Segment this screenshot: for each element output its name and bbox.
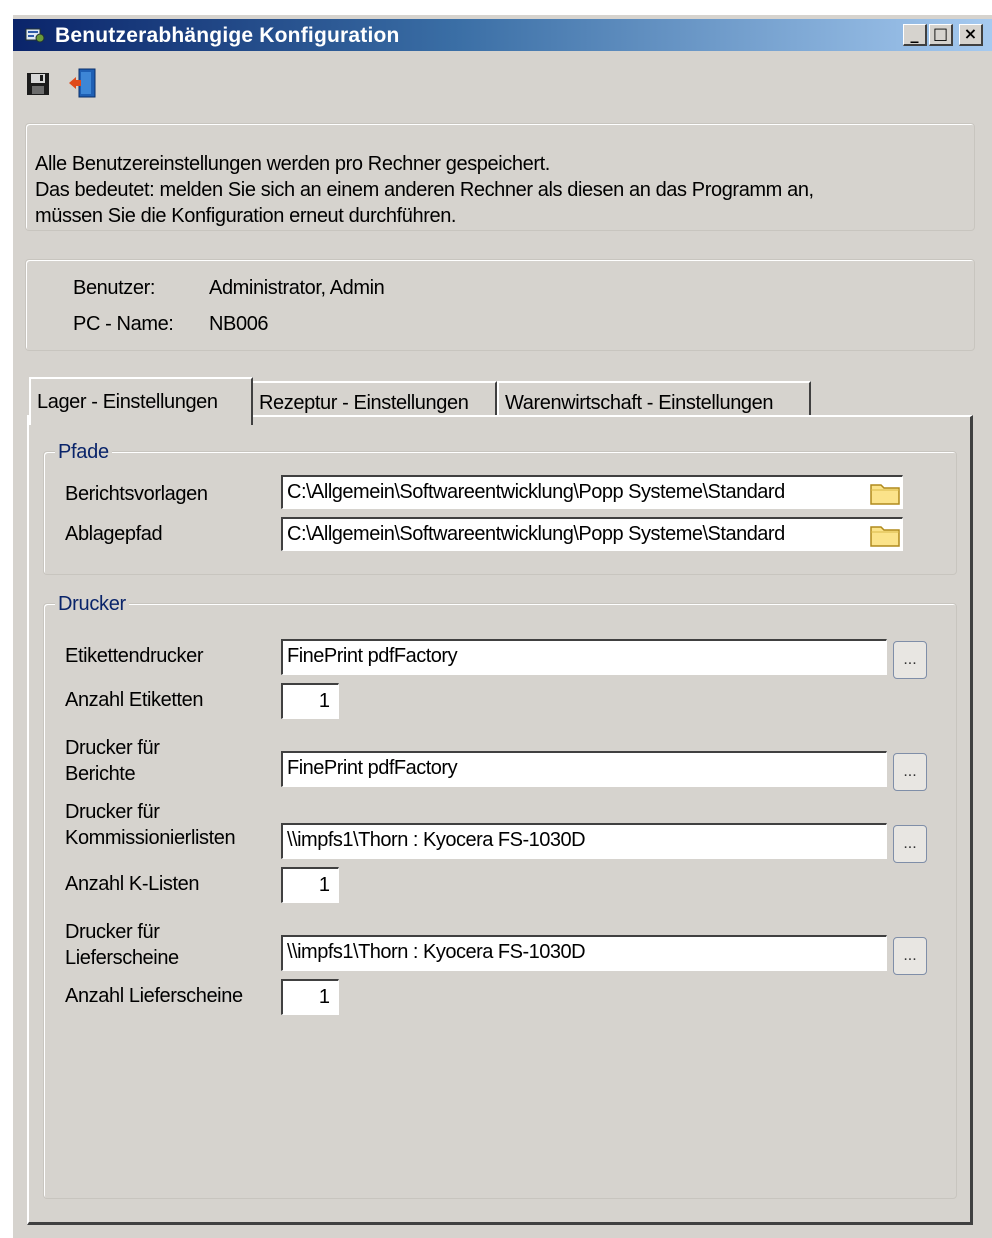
paths-group [43,451,957,575]
user-group [25,259,975,351]
ablagepfad-label: Ablagepfad [65,523,163,545]
drucker-lieferscheine-browse-button[interactable]: ... [893,937,927,975]
drucker-berichte-browse-button[interactable]: ... [893,753,927,791]
anzahl-klisten-field[interactable]: 1 [281,867,339,903]
folder-icon[interactable] [867,477,903,507]
close-button[interactable]: × [959,24,983,46]
drucker-kommission-label-line1: Drucker für [65,801,160,823]
anzahl-klisten-label: Anzahl K-Listen [65,873,200,895]
berichtsvorlagen-field[interactable]: C:\Allgemein\Softwareentwicklung\Popp Sy… [281,475,903,509]
info-text: Alle Benutzereinstellungen werden pro Re… [35,151,814,229]
exit-door-icon[interactable] [67,67,99,99]
tab-lager-einstellungen[interactable]: Lager - Einstellungen [29,377,253,425]
info-line: Das bedeutet: melden Sie sich an einem a… [35,179,814,201]
info-line: müssen Sie die Konfiguration erneut durc… [35,205,457,227]
paths-legend: Pfade [55,441,112,464]
config-window: Benutzerabhängige Konfiguration _ □ × Al… [12,14,992,1238]
drucker-kommission-label-line2: Kommissionierlisten [65,827,236,849]
drucker-berichte-field[interactable]: FinePrint pdfFactory [281,751,887,787]
drucker-lieferscheine-label-line1: Drucker für [65,921,160,943]
tab-panel-lager: Pfade Berichtsvorlagen C:\Allgemein\Soft… [27,415,973,1225]
anzahl-lieferscheine-label: Anzahl Lieferscheine [65,985,243,1007]
folder-icon[interactable] [867,519,903,549]
title-bar[interactable]: Benutzerabhängige Konfiguration _ □ × [13,19,992,51]
drucker-kommission-field[interactable]: \\impfs1\Thorn : Kyocera FS-1030D [281,823,887,859]
minimize-button[interactable]: _ [903,24,927,46]
drucker-lieferscheine-label-line2: Lieferscheine [65,947,179,969]
etikettendrucker-browse-button[interactable]: ... [893,641,927,679]
maximize-button[interactable]: □ [929,24,953,46]
etikettendrucker-field[interactable]: FinePrint pdfFactory [281,639,887,675]
pc-name-label: PC - Name: [73,313,174,335]
window-title: Benutzerabhängige Konfiguration [55,24,400,47]
drucker-berichte-label-line1: Drucker für [65,737,160,759]
drucker-berichte-label-line2: Berichte [65,763,136,785]
save-disk-icon[interactable] [23,67,55,99]
anzahl-etiketten-label: Anzahl Etiketten [65,689,204,711]
pc-name-value: NB006 [209,313,269,335]
anzahl-etiketten-field[interactable]: 1 [281,683,339,719]
app-icon [25,28,45,43]
drucker-kommission-browse-button[interactable]: ... [893,825,927,863]
etikettendrucker-label: Etikettendrucker [65,645,204,667]
user-label: Benutzer: [73,277,156,299]
ablagepfad-field[interactable]: C:\Allgemein\Softwareentwicklung\Popp Sy… [281,517,903,551]
user-value: Administrator, Admin [209,277,385,299]
anzahl-lieferscheine-field[interactable]: 1 [281,979,339,1015]
printers-legend: Drucker [55,593,129,616]
info-line: Alle Benutzereinstellungen werden pro Re… [35,153,550,175]
berichtsvorlagen-label: Berichtsvorlagen [65,483,208,505]
drucker-lieferscheine-field[interactable]: \\impfs1\Thorn : Kyocera FS-1030D [281,935,887,971]
